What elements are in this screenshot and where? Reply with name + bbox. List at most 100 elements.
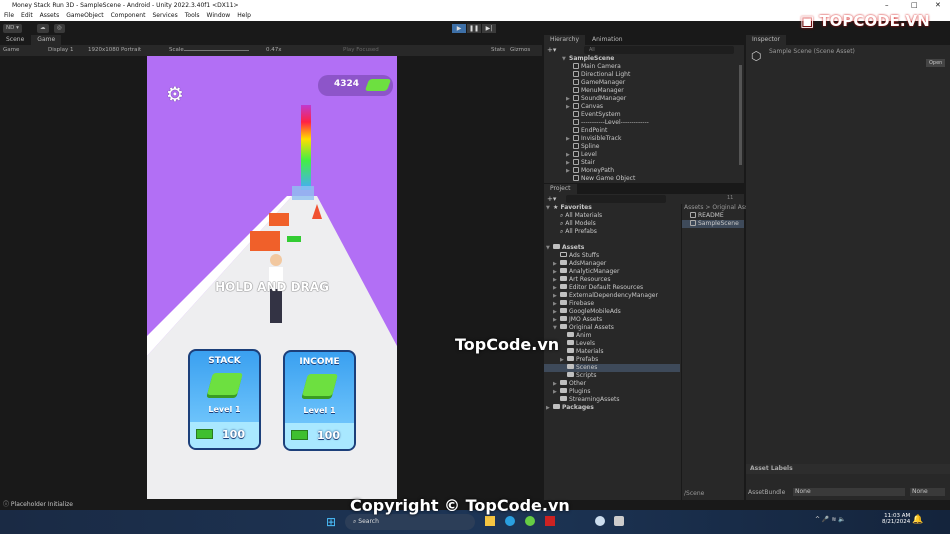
expand-arrow-icon[interactable]: ▶ (566, 103, 573, 111)
asset-folder[interactable]: Levels (544, 340, 680, 348)
asset-folder[interactable]: ▶ ExternalDependencyManager (544, 292, 680, 300)
expand-arrow-icon[interactable]: ▶ (566, 167, 573, 175)
edge-icon[interactable] (505, 516, 515, 526)
expand-arrow-icon[interactable]: ▶ (553, 260, 560, 268)
asset-folder[interactable]: Scenes (544, 364, 680, 372)
expand-arrow-icon[interactable]: ▶ (553, 308, 560, 316)
menu-window[interactable]: Window (207, 11, 231, 21)
expand-arrow-icon[interactable]: ▶ (553, 268, 560, 276)
hierarchy-item[interactable]: ▶ Level (544, 151, 744, 159)
asset-folder[interactable]: ▶ Prefabs (544, 356, 680, 364)
hierarchy-item[interactable]: Directional Light (544, 71, 744, 79)
cloud-icon[interactable]: ☁ (37, 24, 49, 33)
hierarchy-item[interactable]: MenuManager (544, 87, 744, 95)
stats-button[interactable]: Stats (491, 45, 505, 56)
add-button[interactable]: +▾ (547, 195, 556, 203)
menu-gameobject[interactable]: GameObject (66, 11, 103, 21)
clock[interactable]: 11:03 AM 8/21/2024 (882, 513, 910, 525)
hierarchy-search-input[interactable] (584, 46, 734, 54)
tab-scene[interactable]: Scene (0, 35, 32, 45)
project-search-input[interactable] (566, 195, 666, 203)
hierarchy-item[interactable]: GameManager (544, 79, 744, 87)
tab-hierarchy[interactable]: Hierarchy (544, 35, 587, 45)
tab-project[interactable]: Project (544, 184, 578, 194)
add-button[interactable]: +▾ (547, 46, 556, 54)
expand-arrow-icon[interactable]: ▶ (566, 135, 573, 143)
menu-edit[interactable]: Edit (21, 11, 33, 21)
file-explorer-icon[interactable] (485, 516, 495, 526)
asset-folder[interactable]: Materials (544, 348, 680, 356)
asset-folder[interactable]: Scripts (544, 372, 680, 380)
asset-folder[interactable]: StreamingAssets (544, 396, 680, 404)
assets-header[interactable]: ▼ Assets (544, 244, 680, 252)
menu-services[interactable]: Services (152, 11, 177, 21)
settings-gear-icon[interactable]: ⚙ (166, 82, 184, 106)
hierarchy-item[interactable]: Spline (544, 143, 744, 151)
asset-folder[interactable]: ▶ AdsManager (544, 260, 680, 268)
packages-folder[interactable]: ▶ Packages (544, 404, 680, 412)
scene-root[interactable]: ▼ SampleScene (544, 55, 744, 63)
expand-arrow-icon[interactable]: ▶ (553, 284, 560, 292)
windows-start-icon[interactable]: ⊞ (326, 515, 336, 529)
asset-variant-dropdown[interactable]: None (910, 488, 945, 496)
menu-assets[interactable]: Assets (40, 11, 60, 21)
asset-folder[interactable]: ▶ JMO Assets (544, 316, 680, 324)
expand-arrow-icon[interactable]: ▶ (553, 276, 560, 284)
favorites-header[interactable]: ▼ ★ Favorites (544, 204, 680, 212)
expand-arrow-icon[interactable]: ▶ (553, 380, 560, 388)
hierarchy-item[interactable]: -----------Level------------- (544, 119, 744, 127)
hierarchy-item[interactable]: ▶ Canvas (544, 103, 744, 111)
hierarchy-item[interactable]: ▶ MoneyPath (544, 167, 744, 175)
hierarchy-item[interactable]: EndPoint (544, 127, 744, 135)
menu-help[interactable]: Help (237, 11, 251, 21)
expand-arrow-icon[interactable]: ▶ (553, 316, 560, 324)
asset-bundle-dropdown[interactable]: None (793, 488, 905, 496)
resolution-dropdown[interactable]: 1920x1080 Portrait (88, 45, 141, 56)
project-breadcrumb[interactable]: Assets > Original Asse (682, 204, 752, 212)
tab-game[interactable]: Game (31, 35, 63, 45)
step-button[interactable]: ▶| (482, 24, 496, 33)
taskbar-search[interactable]: ⌕ Search (345, 514, 475, 530)
income-upgrade-card[interactable]: INCOME Level 1 100 (283, 350, 356, 451)
hierarchy-item[interactable]: ▶ InvisibleTrack (544, 135, 744, 143)
asset-folder[interactable]: Anim (544, 332, 680, 340)
game-mode-dropdown[interactable]: Game (3, 45, 19, 56)
project-file[interactable]: SampleScene (682, 220, 744, 228)
project-file[interactable]: README (682, 212, 744, 220)
asset-folder[interactable]: ▶ Art Resources (544, 276, 680, 284)
favorite-item[interactable]: ⌕ All Prefabs (544, 228, 680, 236)
scale-slider[interactable] (184, 50, 249, 51)
menu-tools[interactable]: Tools (185, 11, 200, 21)
play-focused-dropdown[interactable]: Play Focused (343, 45, 379, 56)
asset-folder[interactable]: ▶ Other (544, 380, 680, 388)
game-viewport[interactable]: ⚙ 4324 HOLD AND DRAG STACK Level 1 100 I… (147, 56, 397, 499)
hierarchy-item[interactable]: ▶ Stair (544, 159, 744, 167)
gizmos-button[interactable]: Gizmos (510, 45, 530, 56)
expand-arrow-icon[interactable]: ▶ (566, 151, 573, 159)
expand-arrow-icon[interactable]: ▶ (566, 95, 573, 103)
app-icon[interactable] (525, 516, 535, 526)
expand-arrow-icon[interactable]: ▶ (553, 292, 560, 300)
zalo-icon[interactable] (595, 516, 605, 526)
asset-folder[interactable]: Ads Stuffs (544, 252, 680, 260)
open-button[interactable]: Open (926, 59, 946, 67)
stack-upgrade-card[interactable]: STACK Level 1 100 (188, 349, 261, 450)
collab-icon[interactable]: ◎ (54, 24, 65, 33)
hierarchy-item[interactable]: ▶ SoundManager (544, 95, 744, 103)
hierarchy-scrollbar[interactable] (739, 65, 742, 165)
expand-arrow-icon[interactable]: ▶ (566, 159, 573, 167)
hierarchy-item[interactable]: New Game Object (544, 175, 744, 183)
expand-arrow-icon[interactable]: ▶ (560, 356, 567, 364)
hierarchy-item[interactable]: Main Camera (544, 63, 744, 71)
menu-component[interactable]: Component (111, 11, 146, 21)
hierarchy-item[interactable]: EventSystem (544, 111, 744, 119)
app-icon[interactable] (545, 516, 555, 526)
asset-folder[interactable]: ▶ Plugins (544, 388, 680, 396)
menu-file[interactable]: File (4, 11, 14, 21)
maximize-button[interactable]: □ (911, 0, 918, 11)
unity-icon[interactable] (614, 516, 624, 526)
pause-button[interactable]: ❚❚ (467, 24, 481, 33)
favorite-item[interactable]: ⌕ All Models (544, 220, 680, 228)
play-button[interactable]: ▶ (452, 24, 466, 33)
display-dropdown[interactable]: Display 1 (48, 45, 74, 56)
